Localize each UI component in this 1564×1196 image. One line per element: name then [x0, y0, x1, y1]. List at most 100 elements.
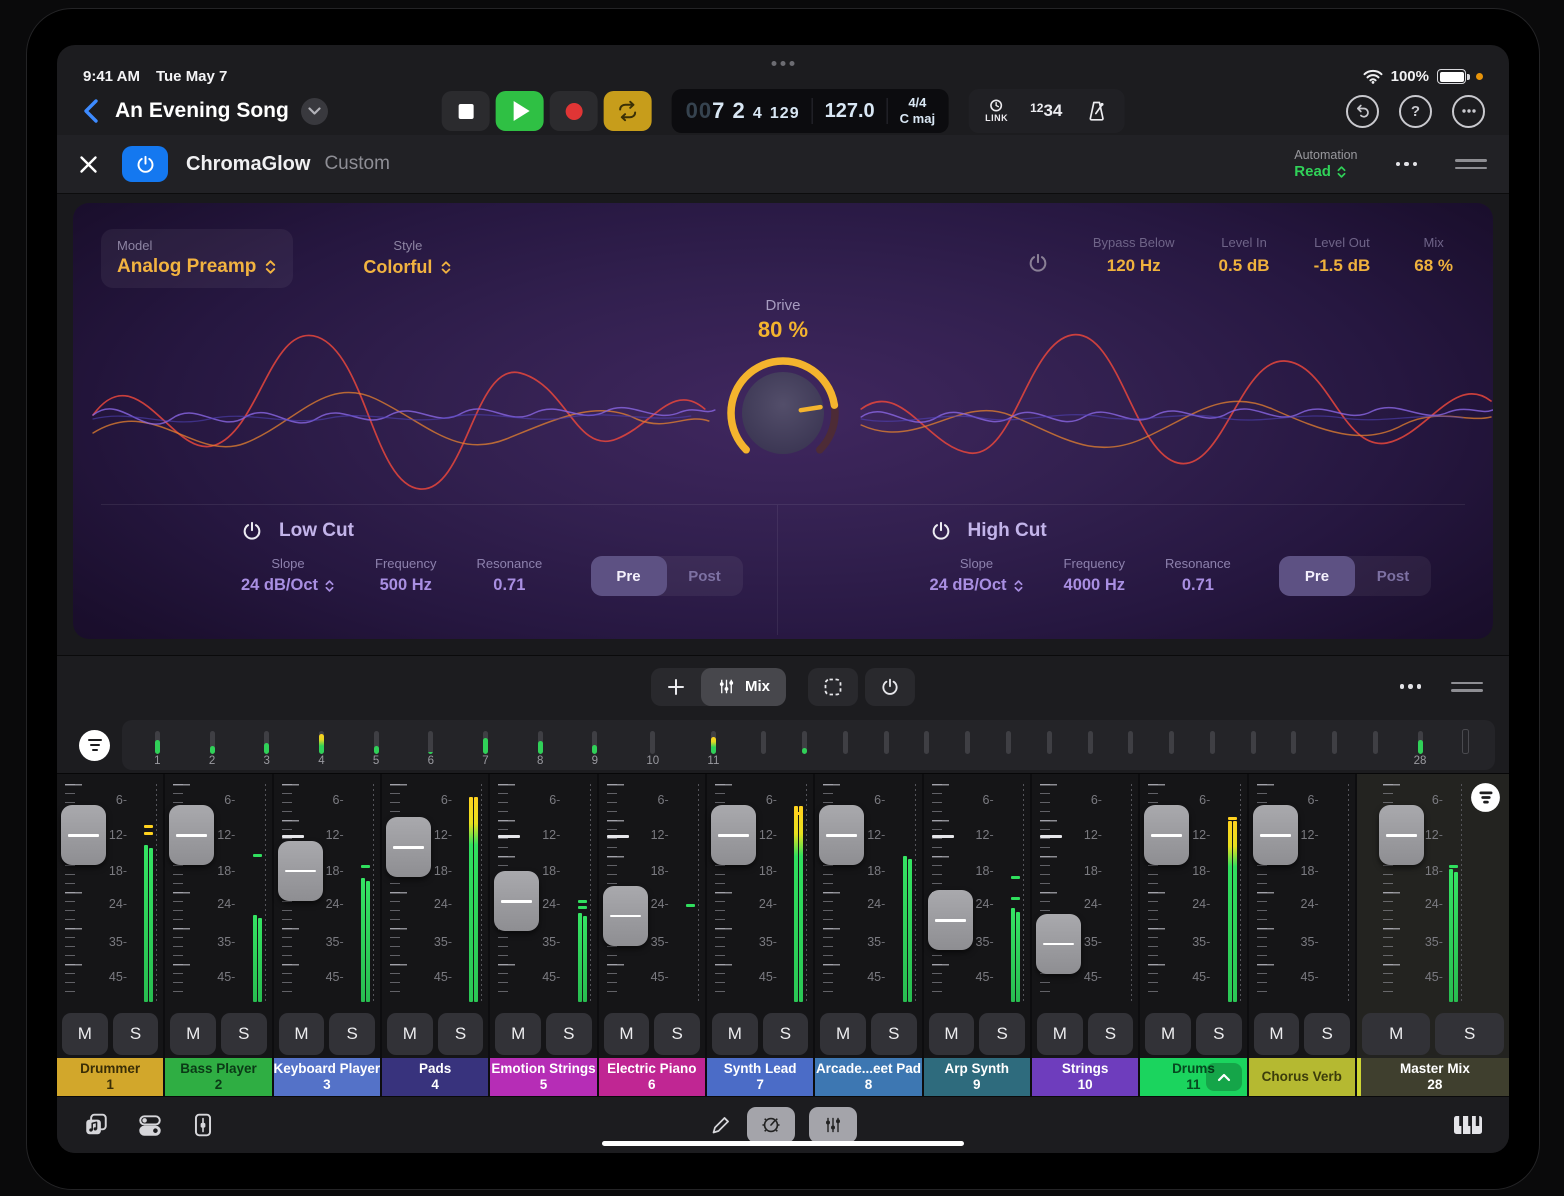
cycle-button[interactable] [604, 91, 652, 131]
pre-option[interactable]: Pre [591, 556, 667, 596]
mute-button[interactable]: M [495, 1013, 541, 1055]
solo-button[interactable]: S [871, 1013, 917, 1055]
track-label[interactable]: Bass Player2 [165, 1058, 271, 1096]
loop-browser-icon[interactable] [83, 1112, 109, 1138]
high-cut-power-icon[interactable] [930, 520, 952, 542]
ruler-slot[interactable] [866, 723, 907, 769]
plugin-power-button[interactable] [122, 146, 168, 182]
tempo-display[interactable]: 127.0 [825, 100, 875, 123]
level-out-control[interactable]: Level Out -1.5 dB [1314, 235, 1371, 276]
solo-button[interactable]: S [1196, 1013, 1242, 1055]
mixer-resize-handle[interactable] [1451, 682, 1483, 692]
master-filter-button[interactable] [1471, 783, 1500, 812]
volume-fader[interactable] [61, 805, 106, 865]
automation-control[interactable]: Automation Read [1294, 148, 1357, 181]
track-label[interactable]: Keyboard Player3 [274, 1058, 380, 1096]
track-label[interactable]: Pads4 [382, 1058, 488, 1096]
ruler-slot[interactable]: 10 [622, 723, 683, 769]
mix-view-button[interactable]: Mix [701, 668, 786, 706]
mute-button[interactable]: M [820, 1013, 866, 1055]
song-title[interactable]: An Evening Song [115, 99, 289, 123]
ruler-slot[interactable] [988, 723, 1029, 769]
volume-fader[interactable] [1379, 805, 1424, 865]
track-label[interactable]: Arcade...eet Pad8 [815, 1058, 921, 1096]
high-cut-resonance[interactable]: Resonance 0.71 [1165, 556, 1231, 595]
solo-button[interactable]: S [763, 1013, 809, 1055]
plugin-more-button[interactable] [1396, 162, 1418, 167]
pre-option[interactable]: Pre [1279, 556, 1355, 596]
solo-button[interactable]: S [1088, 1013, 1134, 1055]
ruler-slot[interactable] [1151, 723, 1192, 769]
low-cut-power-icon[interactable] [241, 520, 263, 542]
solo-button[interactable]: S [438, 1013, 484, 1055]
volume-fader[interactable] [928, 890, 973, 950]
more-button[interactable] [1452, 95, 1485, 128]
ruler-slot[interactable] [1444, 723, 1487, 769]
signature-key-display[interactable]: 4/4 C maj [900, 95, 935, 128]
track-label[interactable]: Electric Piano6 [599, 1058, 705, 1096]
link-button[interactable]: LINK [985, 99, 1008, 123]
track-label[interactable]: Arp Synth9 [924, 1058, 1030, 1096]
add-track-button[interactable] [651, 668, 701, 706]
controls-toggles-icon[interactable] [137, 1112, 163, 1138]
mute-button[interactable]: M [387, 1013, 433, 1055]
section-power-icon[interactable] [1027, 252, 1049, 274]
plugin-preset[interactable]: Custom [324, 153, 389, 175]
volume-fader[interactable] [1144, 805, 1189, 865]
ruler-slot[interactable] [744, 723, 785, 769]
model-select[interactable]: Model Analog Preamp [101, 229, 293, 288]
level-in-control[interactable]: Level In 0.5 dB [1219, 235, 1270, 276]
ruler-slot[interactable]: 8 [513, 723, 568, 769]
mute-button[interactable]: M [1145, 1013, 1191, 1055]
track-onoff-button[interactable] [865, 668, 915, 706]
solo-button[interactable]: S [329, 1013, 375, 1055]
count-in-button[interactable]: 1234 [1030, 101, 1062, 121]
song-menu-button[interactable] [301, 98, 328, 125]
ruler-slot[interactable] [947, 723, 988, 769]
volume-fader[interactable] [819, 805, 864, 865]
ruler-slot[interactable]: 1 [130, 723, 185, 769]
ruler-slot[interactable]: 6 [403, 723, 458, 769]
mute-button[interactable]: M [712, 1013, 758, 1055]
post-option[interactable]: Post [1355, 556, 1431, 596]
track-label[interactable]: Master Mix28 [1357, 1058, 1509, 1096]
ruler-slot[interactable]: 2 [185, 723, 240, 769]
ruler-slot[interactable] [907, 723, 948, 769]
home-indicator[interactable] [602, 1141, 964, 1146]
track-label[interactable]: Drummer1 [57, 1058, 163, 1096]
mute-button[interactable]: M [1254, 1013, 1300, 1055]
back-chevron-icon[interactable] [81, 98, 101, 124]
track-label[interactable]: Chorus Verb [1249, 1058, 1355, 1096]
mute-button[interactable]: M [62, 1013, 108, 1055]
ruler-slot[interactable] [1192, 723, 1233, 769]
bypass-below-control[interactable]: Bypass Below 120 Hz [1093, 235, 1175, 276]
volume-fader[interactable] [169, 805, 214, 865]
ruler-slot[interactable]: 4 [294, 723, 349, 769]
ruler-slot[interactable]: 7 [458, 723, 513, 769]
post-option[interactable]: Post [667, 556, 743, 596]
ruler-slot[interactable] [1070, 723, 1111, 769]
faders-view-button[interactable] [809, 1107, 857, 1143]
mix-control[interactable]: Mix 68 % [1414, 235, 1453, 276]
ruler-slot[interactable]: 5 [349, 723, 404, 769]
plugin-resize-handle[interactable] [1455, 159, 1487, 169]
volume-fader[interactable] [1253, 805, 1298, 865]
lcd-display[interactable]: 007 2 4 129 127.0 4/4 C maj [672, 89, 949, 133]
low-cut-resonance[interactable]: Resonance 0.71 [476, 556, 542, 595]
ruler-slot[interactable] [1110, 723, 1151, 769]
high-cut-slope[interactable]: Slope 24 dB/Oct [930, 556, 1024, 595]
low-cut-slope[interactable]: Slope 24 dB/Oct [241, 556, 335, 595]
ruler-slot[interactable]: 3 [239, 723, 294, 769]
drive-knob[interactable] [719, 349, 847, 477]
volume-fader[interactable] [386, 817, 431, 877]
ruler-slot[interactable] [1233, 723, 1274, 769]
help-button[interactable]: ? [1399, 95, 1432, 128]
solo-button[interactable]: S [113, 1013, 159, 1055]
ruler-slot[interactable] [1355, 723, 1396, 769]
undo-button[interactable] [1346, 95, 1379, 128]
track-filter-button[interactable] [79, 730, 110, 761]
track-label[interactable]: Drums11 [1140, 1058, 1246, 1096]
multitask-dots-icon[interactable] [772, 61, 795, 66]
play-button[interactable] [496, 91, 544, 131]
collapse-stack-button[interactable] [1206, 1063, 1242, 1091]
